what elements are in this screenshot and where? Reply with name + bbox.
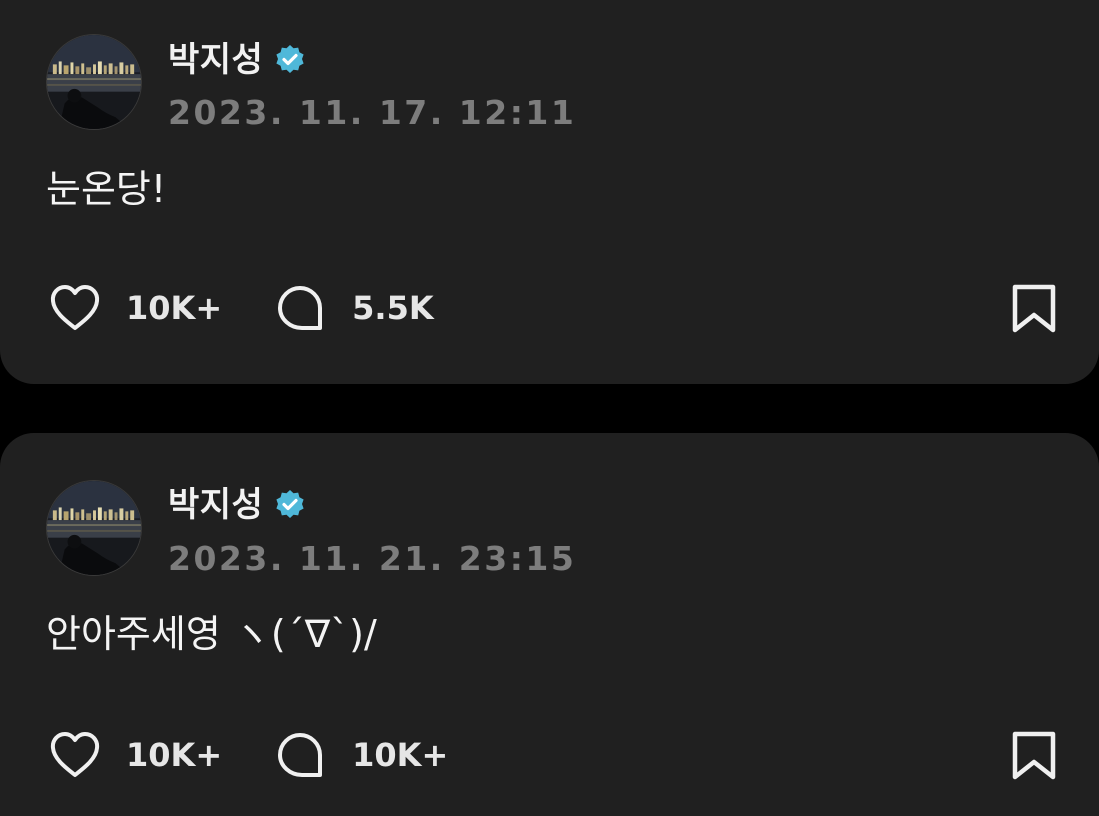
verified-badge-icon bbox=[273, 43, 307, 77]
heart-icon[interactable] bbox=[46, 726, 104, 784]
avatar[interactable] bbox=[46, 34, 142, 130]
post-timestamp: 2023. 11. 21. 23:15 bbox=[168, 539, 577, 578]
post-card[interactable]: 박지성 2023. 11. 17. 12:11 눈온당! 10K+ 5.5K bbox=[0, 0, 1099, 384]
author-line: 박지성 bbox=[168, 40, 307, 80]
like-action[interactable]: 10K+ bbox=[46, 726, 222, 784]
like-action[interactable]: 10K+ bbox=[46, 279, 222, 337]
heart-icon[interactable] bbox=[46, 279, 104, 337]
like-count: 10K+ bbox=[126, 289, 223, 327]
post-text: 눈온당! bbox=[46, 167, 167, 211]
comment-action[interactable]: 5.5K bbox=[272, 279, 434, 337]
bookmark-icon[interactable] bbox=[1005, 726, 1063, 784]
bookmark-icon[interactable] bbox=[1005, 279, 1063, 337]
comment-action[interactable]: 10K+ bbox=[272, 726, 448, 784]
author-name[interactable]: 박지성 bbox=[168, 485, 263, 525]
post-text: 안아주세영 ヽ(´∇`)/ bbox=[46, 612, 377, 656]
verified-badge-icon bbox=[273, 488, 307, 522]
like-count: 10K+ bbox=[126, 736, 223, 774]
avatar[interactable] bbox=[46, 480, 142, 576]
post-card[interactable]: 박지성 2023. 11. 21. 23:15 안아주세영 ヽ(´∇`)/ 10… bbox=[0, 433, 1099, 816]
post-timestamp: 2023. 11. 17. 12:11 bbox=[168, 93, 577, 132]
post-actions: 10K+ 5.5K bbox=[46, 278, 1063, 338]
comment-count: 5.5K bbox=[352, 289, 434, 327]
author-name[interactable]: 박지성 bbox=[168, 40, 263, 80]
comment-count: 10K+ bbox=[352, 736, 449, 774]
post-actions: 10K+ 10K+ bbox=[46, 725, 1063, 785]
post-feed: 박지성 2023. 11. 17. 12:11 눈온당! 10K+ 5.5K 박… bbox=[0, 0, 1099, 816]
author-line: 박지성 bbox=[168, 485, 307, 525]
comment-bubble-icon[interactable] bbox=[272, 726, 330, 784]
comment-bubble-icon[interactable] bbox=[272, 279, 330, 337]
